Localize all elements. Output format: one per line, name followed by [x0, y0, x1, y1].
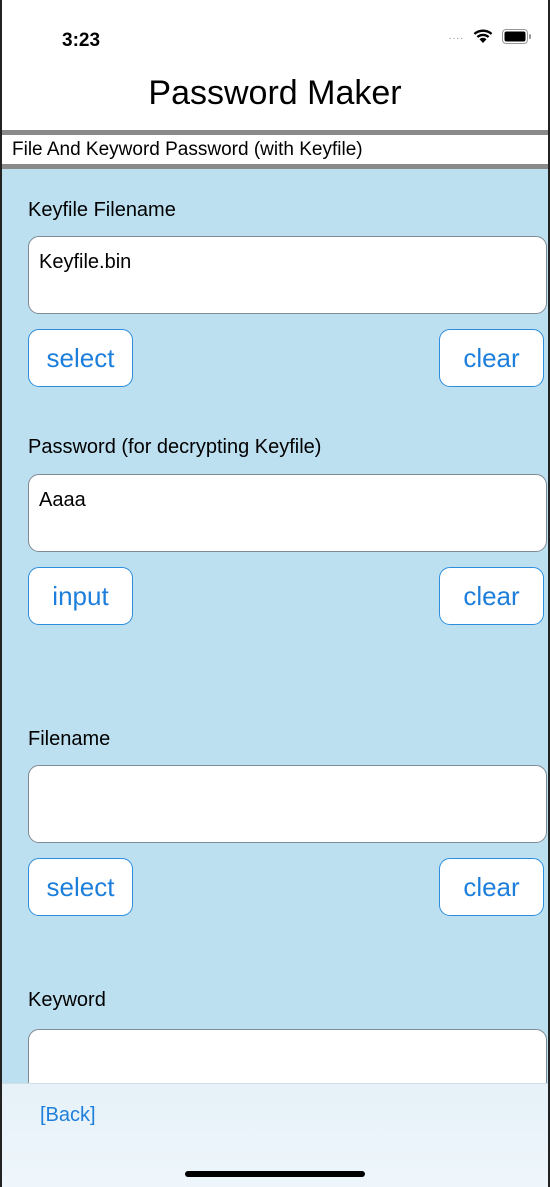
status-time: 3:23	[62, 30, 101, 51]
password-field[interactable]: Aaaa	[28, 474, 547, 552]
bottom-toolbar: [Back]	[2, 1083, 548, 1187]
filename-clear-button[interactable]: clear	[439, 858, 544, 916]
password-clear-button[interactable]: clear	[439, 567, 544, 625]
keyfile-clear-button[interactable]: clear	[439, 329, 544, 387]
keyword-label: Keyword	[28, 989, 106, 1011]
form-content: Keyfile Filename Keyfile.bin select clea…	[2, 169, 548, 1187]
filename-field[interactable]	[28, 765, 547, 843]
page-title: Password Maker	[148, 74, 402, 112]
home-indicator	[185, 1171, 365, 1177]
back-link[interactable]: [Back]	[40, 1104, 96, 1127]
keyfile-label: Keyfile Filename	[28, 199, 176, 221]
filename-select-button[interactable]: select	[28, 858, 133, 916]
header-divider-top	[2, 130, 548, 135]
status-bar: 3:23 ....	[2, 0, 548, 70]
password-input-button[interactable]: input	[28, 567, 133, 625]
wifi-icon	[472, 28, 494, 44]
keyfile-field[interactable]: Keyfile.bin	[28, 236, 547, 314]
filename-label: Filename	[28, 728, 111, 750]
battery-icon	[502, 28, 532, 44]
password-label: Password (for decrypting Keyfile)	[28, 436, 322, 458]
status-icons: ....	[449, 28, 532, 44]
signal-icon: ....	[448, 30, 464, 42]
app-screen: 3:23 .... Password Maker File And Keywor…	[0, 0, 550, 1187]
page-subtitle: File And Keyword Password (with Keyfile)	[12, 139, 363, 160]
keyfile-select-button[interactable]: select	[28, 329, 133, 387]
